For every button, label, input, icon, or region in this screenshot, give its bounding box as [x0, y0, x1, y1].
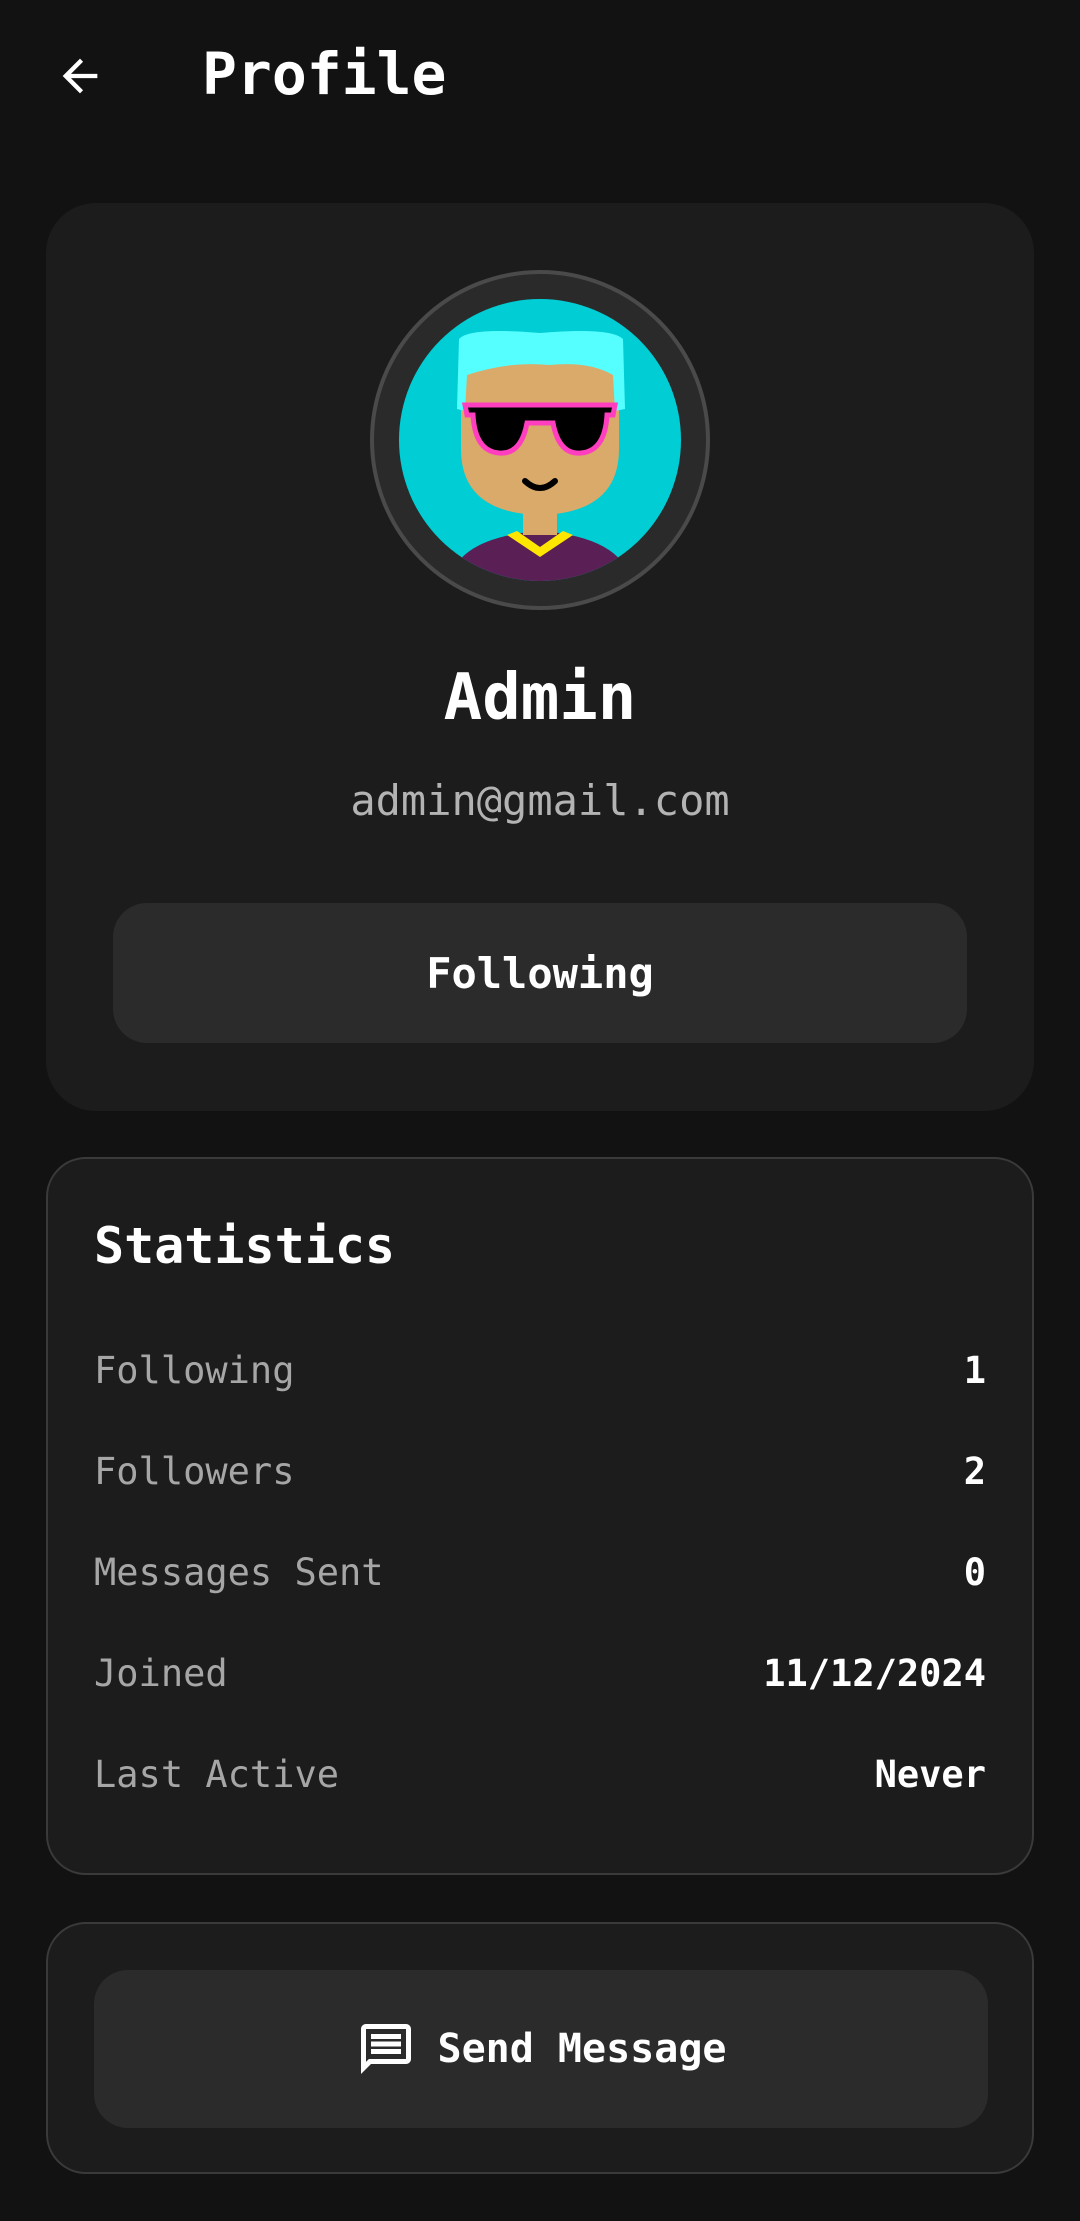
stat-row-joined: Joined 11/12/2024: [94, 1643, 986, 1703]
actions-card: Send Message: [46, 1922, 1034, 2174]
avatar-frame: [370, 270, 710, 610]
stat-row-following: Following 1: [94, 1340, 986, 1400]
send-message-label: Send Message: [437, 2026, 727, 2072]
arrow-left-icon: [62, 58, 98, 94]
avatar-image: [399, 299, 681, 581]
stat-row-followers: Followers 2: [94, 1441, 986, 1501]
back-button[interactable]: [44, 40, 116, 112]
profile-card: Admin admin@gmail.com Following: [46, 203, 1034, 1111]
stat-value: Never: [874, 1752, 986, 1796]
profile-name: Admin: [443, 661, 637, 735]
stat-value: 11/12/2024: [763, 1651, 986, 1695]
stat-label: Following: [94, 1348, 295, 1392]
stat-value: 1: [963, 1348, 986, 1392]
stat-label: Last Active: [94, 1752, 340, 1796]
statistics-card: Statistics Following 1 Followers 2 Messa…: [46, 1157, 1034, 1875]
avatar: [399, 299, 681, 581]
stat-value: 0: [963, 1550, 986, 1594]
following-button[interactable]: Following: [113, 903, 967, 1043]
stat-row-messages-sent: Messages Sent 0: [94, 1542, 986, 1602]
top-app-bar: Profile: [0, 0, 1080, 150]
stat-label: Messages Sent: [94, 1550, 384, 1594]
profile-email: admin@gmail.com: [350, 776, 730, 825]
stat-row-last-active: Last Active Never: [94, 1744, 986, 1804]
message-bubble-icon: [360, 2024, 411, 2074]
send-message-button[interactable]: Send Message: [94, 1970, 988, 2128]
page-title: Profile: [202, 40, 447, 108]
statistics-title: Statistics: [94, 1217, 396, 1275]
stat-value: 2: [963, 1449, 986, 1493]
stat-label: Joined: [94, 1651, 228, 1695]
stat-label: Followers: [94, 1449, 295, 1493]
